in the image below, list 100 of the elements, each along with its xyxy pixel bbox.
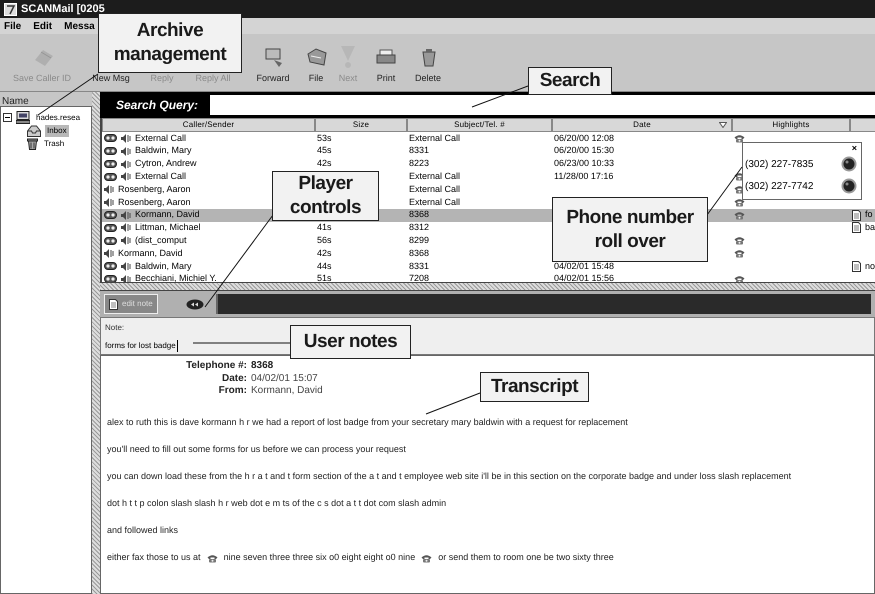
callout-label: User notes — [290, 325, 411, 359]
search-field[interactable] — [210, 95, 875, 115]
table-cell[interactable]: External Call — [135, 132, 186, 146]
trash-can-icon — [27, 138, 38, 150]
table-cell[interactable]: Kormann, David — [135, 208, 200, 222]
table-cell[interactable]: Baldwin, Mary — [135, 144, 192, 158]
dial-button-icon[interactable] — [841, 178, 857, 194]
field-label: Date: — [220, 372, 247, 385]
table-cell[interactable]: Rosenberg, Aaron — [118, 182, 191, 196]
table-cell-text: External Call — [409, 170, 460, 184]
callout-label: Phone number roll over — [552, 197, 708, 262]
tree-item[interactable]: Inbox — [45, 124, 69, 136]
table-cell-text: 45s — [317, 144, 332, 158]
menu-item[interactable]: Messa — [64, 18, 95, 34]
table-cell-text: 06/20/00 12:08 — [554, 132, 614, 145]
column-header[interactable]: Date — [552, 118, 732, 132]
column-header: Name — [1, 95, 30, 106]
phone-number: (302) 227-7742 — [745, 180, 814, 194]
column-header[interactable]: Size — [315, 118, 407, 132]
rewind-button-icon[interactable] — [186, 298, 204, 310]
speaker-icon — [121, 134, 131, 143]
table-cell-text: 04/02/01 15:48 — [554, 260, 614, 273]
table-cell-text: 56s — [317, 234, 332, 248]
computer-icon — [16, 111, 30, 124]
table-cell-text: ba — [865, 221, 875, 234]
table-cell-text: 8331 — [409, 260, 430, 273]
table-cell[interactable]: Baldwin, Mary — [135, 260, 192, 274]
speaker-icon — [121, 172, 131, 182]
table-cell-text: 11/28/00 17:16 — [554, 170, 614, 184]
column-header[interactable]: Highlights — [732, 118, 850, 132]
callout-label: Player controls — [272, 171, 379, 221]
table-cell[interactable]: Kormann, David — [118, 246, 183, 260]
speaker-icon — [104, 198, 114, 207]
table-cell-text: 06/20/00 15:30 — [554, 144, 614, 158]
transcript-text: either fax those to us at — [107, 551, 201, 564]
callout-label: Archive management — [98, 13, 242, 73]
table-cell-text: no — [865, 260, 875, 273]
speaker-icon — [121, 262, 131, 271]
table-cell-text: External Call — [409, 132, 460, 145]
callout-label: Search — [528, 67, 612, 95]
speaker-icon — [121, 236, 131, 246]
note-field[interactable]: forms for lost badge — [105, 340, 178, 352]
table-cell-text: 06/23/00 10:33 — [554, 157, 614, 170]
leader-line — [472, 86, 528, 108]
speaker-icon — [104, 249, 114, 258]
field-label: From: — [218, 385, 247, 398]
speaker-icon — [121, 223, 131, 232]
table-cell[interactable]: Littman, Michael — [135, 221, 201, 235]
toolbar-button[interactable]: Print — [366, 46, 406, 85]
field-label: Telephone #: — [185, 360, 247, 372]
speaker-icon — [104, 185, 114, 194]
speaker-icon — [121, 146, 131, 156]
document-icon — [852, 260, 861, 272]
field-value: 8368 — [251, 360, 274, 372]
transcript-text: and followed links — [107, 524, 178, 538]
callout-label: Transcript — [480, 372, 589, 402]
leader-line — [426, 392, 480, 414]
splitter[interactable] — [100, 282, 875, 291]
transcript-text: or send them to room one be two sixty three — [438, 551, 614, 564]
menu-item[interactable]: File — [4, 18, 22, 34]
app-icon — [4, 2, 17, 16]
transcript-text: you can down load these from the h r a t and t form section of the a t and t employee web site i'll be in this section on the corporate badge and under loss slash replacement — [107, 470, 792, 484]
document-icon — [852, 210, 861, 221]
search-label: Search Query: — [116, 97, 198, 114]
transcript-text: you'll need to fill out some forms for us before we can process your request — [107, 443, 406, 456]
phone-icon — [206, 554, 218, 562]
toolbar-button[interactable]: New Msg — [80, 72, 142, 85]
table-cell: 7208 — [409, 272, 430, 282]
transcript-text: alex to ruth this is dave kormann h r we had a report of lost badge from your secretary mary baldwin with a request for replacement — [107, 416, 628, 430]
toolbar-button[interactable]: Delete — [406, 46, 450, 85]
table-cell-text: 8312 — [409, 221, 430, 234]
toolbar-button[interactable]: File — [302, 46, 330, 85]
inbox-tray-icon — [27, 124, 41, 136]
phone-number: (302) 227-7835 — [745, 158, 814, 172]
phone-icon — [421, 554, 432, 562]
dial-button-icon[interactable] — [841, 156, 857, 172]
collapse-icon[interactable] — [3, 113, 12, 122]
column-header[interactable]: Subject/Tel. # — [407, 118, 552, 132]
table-cell-text: 8331 — [409, 144, 430, 158]
close-button[interactable]: × — [852, 143, 857, 153]
table-cell[interactable]: Cytron, Andrew — [135, 157, 197, 171]
table-cell[interactable]: (dist_comput — [135, 234, 187, 248]
table-cell-text: 8368 — [409, 246, 430, 260]
table-cell[interactable]: Rosenberg, Aaron — [118, 196, 191, 210]
table-cell-text: 53s — [317, 132, 332, 145]
transcript-text: dot h t t p colon slash slash h r web dot e m ts of the c s dot a t t dot com slash admin — [107, 497, 446, 510]
leader-line — [706, 166, 742, 216]
table-cell[interactable]: External Call — [135, 170, 186, 184]
document-icon — [852, 222, 861, 234]
tree-item[interactable]: hades.resea — [34, 112, 82, 124]
tree-item[interactable]: Trash — [42, 138, 66, 150]
folder-icon — [305, 46, 327, 68]
note-label: Note: — [105, 322, 126, 334]
column-header[interactable]: Caller/Sender — [102, 118, 315, 132]
menu-item[interactable]: Edit — [33, 18, 52, 34]
document-icon — [109, 298, 118, 310]
table-cell-text: 8223 — [409, 157, 430, 170]
toolbar-button[interactable]: Forward — [244, 46, 302, 85]
field-value: 04/02/01 15:07 — [251, 372, 319, 385]
transcript-text: nine seven three three six o0 eight eight o0 nine — [224, 551, 416, 564]
